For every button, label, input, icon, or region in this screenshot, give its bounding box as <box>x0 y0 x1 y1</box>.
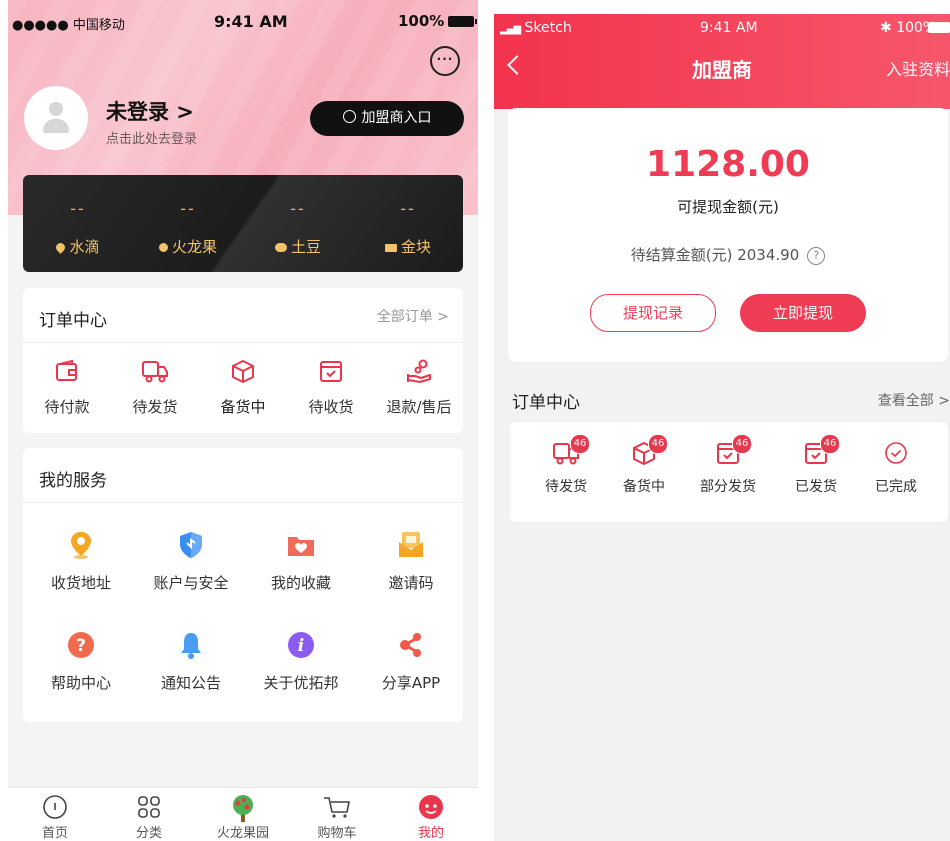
help-icon: ? <box>68 632 94 658</box>
service-favorites[interactable]: 我的收藏 <box>257 530 345 593</box>
profile-screen: ●●●●● 中国移动 9:41 AM 100% ··· 未登录 > 点击此处去登… <box>8 0 478 841</box>
order-shipped[interactable]: 46 已发货 <box>776 434 856 496</box>
services-title: 我的服务 <box>39 471 107 491</box>
service-share-app[interactable]: 分享APP <box>367 630 455 693</box>
avatar[interactable] <box>24 86 88 150</box>
bottom-tab-bar: 首页 分类 火龙果园 购物车 我的 <box>8 787 478 841</box>
status-battery: 100% <box>398 12 478 30</box>
heart-folder-icon <box>288 537 314 556</box>
view-all-link[interactable]: 查看全部 > <box>878 390 950 410</box>
page-title: 加盟商 <box>692 58 752 82</box>
order-pending-ship[interactable]: 46 待发货 <box>526 434 606 496</box>
order-center-title: 订单中心 <box>512 393 580 413</box>
registration-info-link[interactable]: 入驻资料 <box>886 56 950 80</box>
pending-settlement: 待结算金额(元) 2034.90? <box>508 244 948 265</box>
count-badge: 46 <box>820 434 840 454</box>
location-pin-icon <box>71 532 91 559</box>
franchise-screen: ▂▄▆ Sketch 9:41 AM ✱ 100% 加盟商 入驻资料 1128.… <box>494 14 950 841</box>
person-icon <box>342 110 356 123</box>
check-circle-icon <box>885 442 907 464</box>
status-time: 9:41 AM <box>700 20 758 36</box>
message-icon[interactable]: ··· <box>430 46 460 76</box>
order-center-title: 订单中心 <box>39 311 107 331</box>
svg-text:i: i <box>298 636 304 656</box>
withdraw-now-button[interactable]: 立即提现 <box>740 294 866 332</box>
order-pending-payment[interactable]: 待付款 <box>23 358 111 417</box>
wallet-icon <box>56 359 77 381</box>
withdraw-record-button[interactable]: 提现记录 <box>590 294 716 332</box>
truck-icon <box>142 361 168 383</box>
receive-box-icon <box>320 361 342 382</box>
order-center-card: 订单中心 全部订单 > 待付款 待发货 备货中 待收货 退款/售后 <box>23 288 463 433</box>
order-preparing[interactable]: 46 备货中 <box>604 434 684 496</box>
asset-gold[interactable]: -- 金块 <box>353 175 463 257</box>
share-icon <box>400 633 421 657</box>
withdrawable-label: 可提现金额(元) <box>677 198 779 216</box>
gold-bar-icon <box>384 244 397 252</box>
services-card: 我的服务 收货地址 账户与安全 我的收藏 邀请码 ? 帮助中心 通知公告 i 关… <box>23 448 463 722</box>
invite-envelope-icon <box>399 532 423 557</box>
box-icon <box>232 360 254 383</box>
franchise-entry-button[interactable]: 加盟商入口 <box>310 101 464 136</box>
question-icon[interactable]: ? <box>807 247 826 265</box>
refund-hand-icon <box>407 359 431 383</box>
service-invite-code[interactable]: 邀请码 <box>367 530 455 593</box>
order-completed[interactable]: 已完成 <box>856 440 936 496</box>
tab-home[interactable]: 首页 <box>8 794 102 841</box>
info-icon: i <box>288 632 314 658</box>
status-carrier: ●●●●● 中国移动 <box>12 18 125 33</box>
order-center-card: 46 待发货 46 备货中 46 部分发货 46 已发货 已完成 <box>510 422 948 522</box>
status-time: 9:41 AM <box>214 12 288 31</box>
tab-orchard[interactable]: 火龙果园 <box>196 794 290 841</box>
service-address[interactable]: 收货地址 <box>37 530 125 593</box>
orchard-icon <box>233 795 253 822</box>
order-pending-receive[interactable]: 待收货 <box>287 358 375 417</box>
count-badge: 46 <box>570 434 590 454</box>
login-title[interactable]: 未登录 > <box>106 96 194 126</box>
asset-water[interactable]: -- 水滴 <box>23 175 133 257</box>
count-badge: 46 <box>648 434 668 454</box>
tab-cart[interactable]: 购物车 <box>290 794 384 841</box>
order-partial-shipped[interactable]: 46 部分发货 <box>688 434 768 496</box>
order-refund[interactable]: 退款/售后 <box>375 358 463 417</box>
asset-potato[interactable]: -- 土豆 <box>243 175 353 257</box>
asset-card: -- 水滴 -- 火龙果 -- 土豆 -- 金块 <box>23 175 463 272</box>
battery-icon <box>448 16 478 27</box>
wallet-card: 1128.00 可提现金额(元) 待结算金额(元) 2034.90? 提现记录 … <box>508 108 948 362</box>
login-hint[interactable]: 点击此处去登录 <box>106 128 197 147</box>
cart-icon <box>324 797 350 818</box>
status-carrier: ▂▄▆ Sketch <box>500 20 572 36</box>
svg-text:?: ? <box>76 636 86 656</box>
tab-mine[interactable]: 我的 <box>384 794 478 841</box>
order-pending-ship[interactable]: 待发货 <box>111 358 199 417</box>
water-drop-icon <box>54 241 68 254</box>
withdrawable-amount: 1128.00 <box>646 144 810 185</box>
tab-category[interactable]: 分类 <box>102 794 196 841</box>
all-orders-link[interactable]: 全部订单 > <box>377 306 449 326</box>
bell-icon <box>181 633 201 659</box>
service-help-center[interactable]: ? 帮助中心 <box>37 630 125 693</box>
service-notices[interactable]: 通知公告 <box>147 630 235 693</box>
home-icon <box>43 795 67 819</box>
category-icon <box>138 796 160 818</box>
shield-icon <box>180 532 202 558</box>
dragonfruit-icon <box>158 243 168 252</box>
asset-dragonfruit[interactable]: -- 火龙果 <box>133 175 243 257</box>
potato-icon <box>274 243 287 252</box>
service-account-security[interactable]: 账户与安全 <box>147 530 235 593</box>
service-about[interactable]: i 关于优拓邦 <box>257 630 345 693</box>
battery-icon <box>928 22 950 33</box>
order-preparing[interactable]: 备货中 <box>199 358 287 417</box>
profile-icon <box>419 795 443 819</box>
count-badge: 46 <box>732 434 752 454</box>
